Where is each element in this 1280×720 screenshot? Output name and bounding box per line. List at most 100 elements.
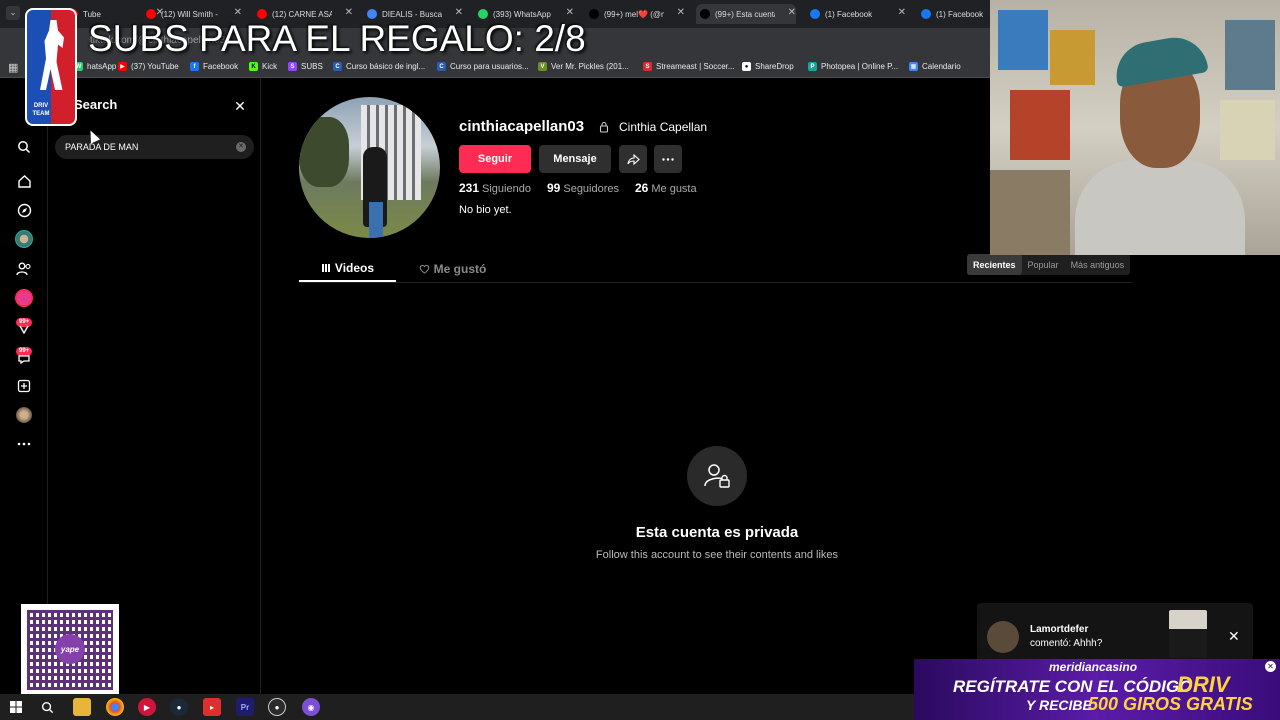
tab-label: (1) Facebook xyxy=(825,9,873,19)
close-tab-icon[interactable]: ✕ xyxy=(566,7,574,18)
close-tab-icon[interactable]: ✕ xyxy=(345,7,353,18)
bookmark-favicon-icon: ● xyxy=(742,62,751,71)
bookmark-label: SUBS xyxy=(301,62,323,71)
bookmark-item[interactable]: ▦ Calendario xyxy=(909,62,961,71)
home-icon[interactable] xyxy=(14,171,34,191)
bookmark-item[interactable]: K Kick xyxy=(249,62,277,71)
tab-favicon-icon xyxy=(700,9,710,19)
bookmark-label: Photopea | Online P... xyxy=(821,62,899,71)
notification-user: Lamortdefer xyxy=(1030,624,1089,635)
bookmark-favicon-icon: S xyxy=(643,62,652,71)
tab-favicon-icon xyxy=(589,9,599,19)
close-tab-icon[interactable]: ✕ xyxy=(455,7,463,18)
upload-icon[interactable] xyxy=(14,376,34,396)
bookmark-item[interactable]: WhatsApp xyxy=(74,62,116,71)
following-count[interactable]: 231 Siguiendo xyxy=(459,181,531,195)
banner-brand: meridiancasino xyxy=(1049,660,1138,674)
steam-icon[interactable]: ● xyxy=(170,698,188,716)
tab-search-menu-button[interactable]: ⌄ xyxy=(6,6,20,20)
bookmark-item[interactable]: S Streameast | Soccer... xyxy=(643,62,735,71)
bookmark-label: Kick xyxy=(262,62,278,71)
close-tab-icon[interactable]: ✕ xyxy=(898,7,906,18)
bookmark-favicon-icon: P xyxy=(808,62,817,71)
more-options-button[interactable] xyxy=(654,145,682,173)
message-button[interactable]: Mensaje xyxy=(539,145,611,173)
browser-tab[interactable]: (99+) Esta cuenta ✕ xyxy=(696,4,796,24)
close-tab-icon[interactable]: ✕ xyxy=(234,7,242,18)
profile-avatar xyxy=(299,97,440,238)
bookmark-favicon-icon: f xyxy=(190,62,199,71)
sort-recent[interactable]: Recientes xyxy=(967,254,1022,275)
explore-compass-icon[interactable] xyxy=(14,200,34,220)
close-icon[interactable]: ✕ xyxy=(1265,661,1276,672)
activity-icon[interactable] xyxy=(14,318,34,338)
bookmark-item[interactable]: ● ShareDrop xyxy=(742,62,794,71)
profile-avatar-icon[interactable] xyxy=(14,405,34,425)
profile-bio: No bio yet. xyxy=(459,204,512,216)
bookmark-label: Streameast | Soccer... xyxy=(656,62,735,71)
browser-tab[interactable]: (99+) mel❤️ (@m ✕ xyxy=(585,4,685,24)
discord-like-icon[interactable]: ◉ xyxy=(302,698,320,716)
following-avatar-icon[interactable] xyxy=(14,229,34,249)
tab-label: (99+) mel❤️ (@m xyxy=(604,9,664,19)
profile-username: cinthiacapellan03 xyxy=(459,118,585,135)
search-icon[interactable] xyxy=(14,137,34,157)
sort-popular[interactable]: Popular xyxy=(1022,254,1065,275)
bookmark-item[interactable]: ▶ (37) YouTube xyxy=(118,62,179,71)
search-icon[interactable] xyxy=(38,698,56,716)
bookmark-item[interactable]: V Ver Mr. Pickles (201... xyxy=(538,62,629,71)
sort-oldest[interactable]: Más antiguos xyxy=(1065,254,1131,275)
more-dots-icon xyxy=(662,157,674,161)
follow-button[interactable]: Seguir xyxy=(459,145,531,173)
obs-icon[interactable]: ● xyxy=(268,698,286,716)
bookmark-item[interactable]: C Curso para usuarios... xyxy=(437,62,529,71)
browser-tab[interactable]: (1) Facebook ✕ xyxy=(806,4,906,24)
banner-line2b: 500 GIROS GRATIS xyxy=(1088,694,1253,714)
bookmark-label: Ver Mr. Pickles (201... xyxy=(551,62,629,71)
share-button[interactable] xyxy=(619,145,647,173)
streaming-app-icon[interactable]: ▸ xyxy=(203,698,221,716)
media-player-icon[interactable]: ▶ xyxy=(138,698,156,716)
bookmark-item[interactable]: f Facebook xyxy=(190,62,238,71)
search-panel-title: Search xyxy=(74,97,118,112)
bookmark-item[interactable]: P Photopea | Online P... xyxy=(808,62,898,71)
notification-text: comentó: Ahhh? xyxy=(1030,638,1103,649)
apps-grid-icon[interactable]: ▦ xyxy=(8,61,18,74)
messages-icon[interactable] xyxy=(14,347,34,367)
bookmark-label: Facebook xyxy=(203,62,239,71)
stream-overlay-title: SUBS PARA EL REGALO: 2/8 xyxy=(88,18,586,59)
close-tab-icon[interactable]: ✕ xyxy=(788,7,796,18)
more-dots-icon[interactable] xyxy=(14,434,34,454)
friends-icon[interactable] xyxy=(14,259,34,279)
close-icon[interactable]: ✕ xyxy=(1228,628,1240,645)
premiere-pro-icon[interactable]: Pr xyxy=(236,698,254,716)
file-explorer-icon[interactable] xyxy=(73,698,91,716)
share-arrow-icon xyxy=(626,153,640,165)
clear-search-icon[interactable]: ✕ xyxy=(236,142,246,152)
bookmark-label: hatsApp xyxy=(87,62,117,71)
live-icon[interactable] xyxy=(14,288,34,308)
lock-icon xyxy=(599,121,609,133)
tab-divider xyxy=(299,282,1133,283)
close-tab-icon[interactable]: ✕ xyxy=(677,7,685,18)
windows-start-icon[interactable] xyxy=(7,698,25,716)
close-icon[interactable]: ✕ xyxy=(232,98,248,114)
followers-count[interactable]: 99 Seguidores xyxy=(547,181,619,195)
chrome-icon[interactable] xyxy=(106,698,124,716)
likes-count: 26 Me gusta xyxy=(635,181,697,195)
banner-line2a: Y RECIBE xyxy=(1026,697,1092,713)
tab-videos[interactable]: Videos xyxy=(299,256,396,282)
tab-label: (1) Facebook xyxy=(936,9,984,19)
streamer-webcam xyxy=(990,0,1280,255)
bookmark-favicon-icon: ▦ xyxy=(909,62,918,71)
bookmark-item[interactable]: C Curso básico de ingl... xyxy=(333,62,425,71)
notification-avatar xyxy=(987,621,1019,653)
bookmark-label: (37) YouTube xyxy=(131,62,179,71)
private-account-title: Esta cuenta es privada xyxy=(635,524,799,541)
browser-tab[interactable]: (1) Facebook xyxy=(917,4,993,24)
tab-liked[interactable]: Me gustó xyxy=(404,256,501,282)
yape-qr-code: yape xyxy=(21,604,119,696)
yape-logo: yape xyxy=(55,634,85,664)
bookmark-item[interactable]: S SUBS xyxy=(288,62,323,71)
private-account-subtitle: Follow this account to see their content… xyxy=(595,549,839,561)
